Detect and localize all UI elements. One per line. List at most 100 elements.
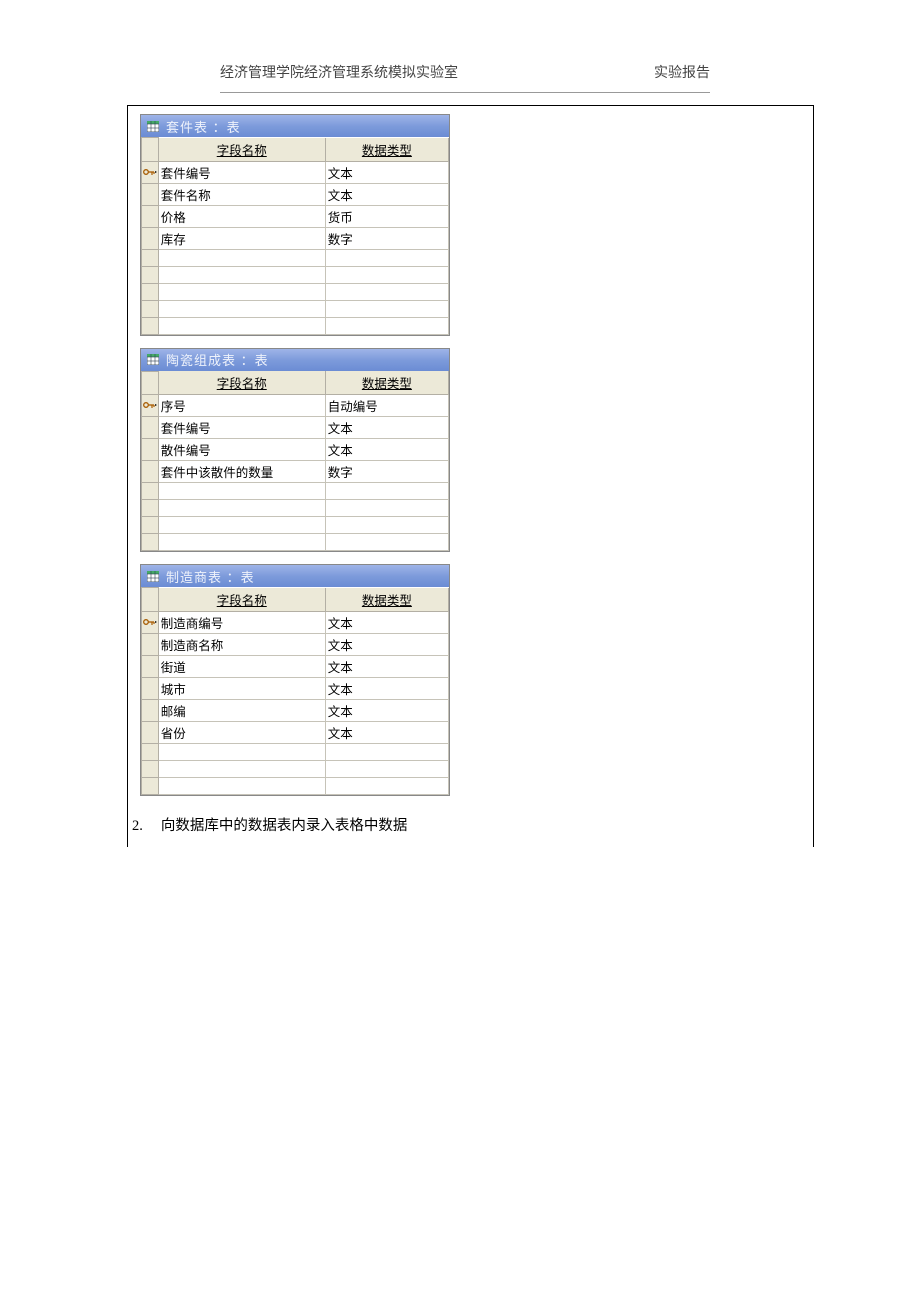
row-selector[interactable] (142, 227, 159, 249)
field-name-cell[interactable] (158, 517, 325, 534)
field-name-cell[interactable]: 套件编号 (158, 417, 325, 439)
col-header-field-name[interactable]: 字段名称 (158, 138, 325, 162)
table-row[interactable]: 库存数字 (142, 227, 449, 249)
data-type-cell[interactable]: 文本 (325, 633, 448, 655)
data-type-cell[interactable]: 货币 (325, 205, 448, 227)
row-selector[interactable] (142, 283, 159, 300)
col-header-field-name[interactable]: 字段名称 (158, 588, 325, 612)
field-name-cell[interactable]: 套件中该散件的数量 (158, 461, 325, 483)
field-name-cell[interactable] (158, 760, 325, 777)
data-type-cell[interactable] (325, 283, 448, 300)
row-selector[interactable] (142, 317, 159, 334)
table-row[interactable]: 套件编号文本 (142, 161, 449, 183)
field-name-cell[interactable]: 省份 (158, 721, 325, 743)
row-selector[interactable] (142, 633, 159, 655)
row-selector[interactable] (142, 461, 159, 483)
field-name-cell[interactable]: 邮编 (158, 699, 325, 721)
field-name-cell[interactable] (158, 777, 325, 794)
data-type-cell[interactable]: 文本 (325, 183, 448, 205)
row-selector[interactable] (142, 655, 159, 677)
data-type-cell[interactable]: 文本 (325, 655, 448, 677)
row-selector[interactable] (142, 534, 159, 551)
data-type-cell[interactable] (325, 300, 448, 317)
table-row-empty[interactable] (142, 266, 449, 283)
row-selector[interactable] (142, 266, 159, 283)
table-row-empty[interactable] (142, 300, 449, 317)
row-selector-header[interactable] (142, 371, 159, 395)
window-title-bar[interactable]: 陶瓷组成表 ：表 (141, 349, 449, 371)
table-row-empty[interactable] (142, 317, 449, 334)
field-name-cell[interactable] (158, 317, 325, 334)
table-row[interactable]: 制造商名称文本 (142, 633, 449, 655)
row-selector[interactable] (142, 517, 159, 534)
row-selector[interactable] (142, 395, 159, 417)
row-selector[interactable] (142, 417, 159, 439)
data-type-cell[interactable] (325, 534, 448, 551)
table-row-empty[interactable] (142, 534, 449, 551)
data-type-cell[interactable]: 数字 (325, 461, 448, 483)
table-row[interactable]: 散件编号文本 (142, 439, 449, 461)
table-row[interactable]: 序号自动编号 (142, 395, 449, 417)
row-selector[interactable] (142, 699, 159, 721)
field-name-cell[interactable]: 库存 (158, 227, 325, 249)
window-title-bar[interactable]: 制造商表 ：表 (141, 565, 449, 587)
row-selector[interactable] (142, 249, 159, 266)
row-selector[interactable] (142, 677, 159, 699)
table-row[interactable]: 套件中该散件的数量数字 (142, 461, 449, 483)
col-header-data-type[interactable]: 数据类型 (325, 138, 448, 162)
data-type-cell[interactable]: 文本 (325, 677, 448, 699)
row-selector[interactable] (142, 777, 159, 794)
table-row-empty[interactable] (142, 760, 449, 777)
col-header-field-name[interactable]: 字段名称 (158, 371, 325, 395)
row-selector[interactable] (142, 300, 159, 317)
table-row-empty[interactable] (142, 249, 449, 266)
table-row-empty[interactable] (142, 500, 449, 517)
col-header-data-type[interactable]: 数据类型 (325, 371, 448, 395)
data-type-cell[interactable] (325, 249, 448, 266)
table-row-empty[interactable] (142, 777, 449, 794)
field-name-cell[interactable] (158, 534, 325, 551)
field-name-cell[interactable] (158, 283, 325, 300)
data-type-cell[interactable]: 自动编号 (325, 395, 448, 417)
row-selector[interactable] (142, 183, 159, 205)
field-name-cell[interactable] (158, 500, 325, 517)
table-row-empty[interactable] (142, 517, 449, 534)
table-row-empty[interactable] (142, 483, 449, 500)
field-name-cell[interactable]: 街道 (158, 655, 325, 677)
table-row[interactable]: 街道文本 (142, 655, 449, 677)
data-type-cell[interactable]: 文本 (325, 699, 448, 721)
table-row[interactable]: 套件编号文本 (142, 417, 449, 439)
table-row-empty[interactable] (142, 283, 449, 300)
field-name-cell[interactable] (158, 266, 325, 283)
field-name-cell[interactable] (158, 300, 325, 317)
row-selector[interactable] (142, 721, 159, 743)
data-type-cell[interactable] (325, 517, 448, 534)
table-row[interactable]: 制造商编号文本 (142, 611, 449, 633)
table-row[interactable]: 套件名称文本 (142, 183, 449, 205)
data-type-cell[interactable]: 文本 (325, 721, 448, 743)
row-selector[interactable] (142, 483, 159, 500)
data-type-cell[interactable] (325, 743, 448, 760)
data-type-cell[interactable]: 文本 (325, 611, 448, 633)
col-header-data-type[interactable]: 数据类型 (325, 588, 448, 612)
field-name-cell[interactable]: 套件编号 (158, 161, 325, 183)
row-selector[interactable] (142, 611, 159, 633)
data-type-cell[interactable] (325, 500, 448, 517)
data-type-cell[interactable]: 文本 (325, 161, 448, 183)
field-name-cell[interactable]: 制造商编号 (158, 611, 325, 633)
window-title-bar[interactable]: 套件表 ：表 (141, 115, 449, 137)
table-row-empty[interactable] (142, 743, 449, 760)
data-type-cell[interactable]: 数字 (325, 227, 448, 249)
row-selector[interactable] (142, 439, 159, 461)
table-row[interactable]: 省份文本 (142, 721, 449, 743)
row-selector[interactable] (142, 500, 159, 517)
field-name-cell[interactable] (158, 249, 325, 266)
row-selector-header[interactable] (142, 138, 159, 162)
field-name-cell[interactable]: 价格 (158, 205, 325, 227)
data-type-cell[interactable]: 文本 (325, 439, 448, 461)
data-type-cell[interactable] (325, 760, 448, 777)
data-type-cell[interactable] (325, 777, 448, 794)
table-row[interactable]: 价格货币 (142, 205, 449, 227)
field-name-cell[interactable] (158, 483, 325, 500)
table-row[interactable]: 城市文本 (142, 677, 449, 699)
